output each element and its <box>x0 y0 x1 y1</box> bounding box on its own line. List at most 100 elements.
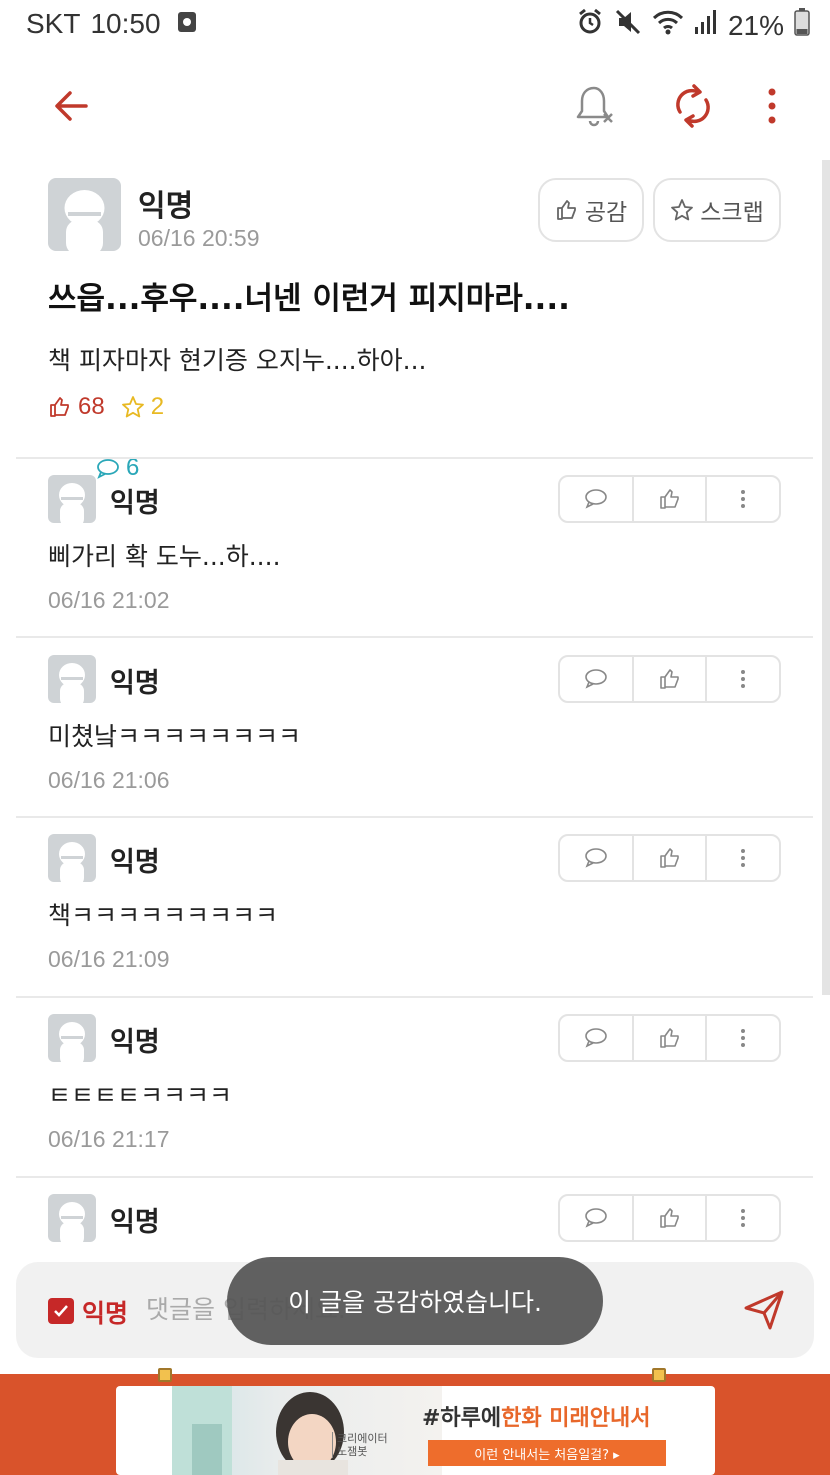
ad-tagline-prefix: #하루에 <box>422 1406 502 1431</box>
comment-author: 익명 <box>110 1027 160 1058</box>
thumbs-up-icon <box>659 848 679 868</box>
divider <box>16 996 813 998</box>
status-bar: SKT 10:50 21% <box>0 0 830 52</box>
reply-button[interactable] <box>560 477 634 521</box>
comment-time: 06/16 21:02 <box>48 587 170 613</box>
comment-more-button[interactable] <box>707 477 779 521</box>
reply-button[interactable] <box>560 1016 634 1060</box>
speech-bubble-icon <box>585 669 607 689</box>
ad-cta-button[interactable]: 이런 안내서는 처음일걸? ▸ <box>428 1440 666 1466</box>
comment-item: 익명 책ㅋㅋㅋㅋㅋㅋㅋㅋㅋ 06/16 21:09 <box>48 834 783 984</box>
reply-button[interactable] <box>560 657 634 701</box>
scrollbar[interactable] <box>822 160 830 995</box>
comment-actions <box>558 834 781 882</box>
anonymous-label[interactable]: 익명 <box>82 1294 128 1330</box>
default-avatar-icon <box>59 1202 85 1242</box>
more-vertical-icon <box>741 1029 746 1047</box>
more-vertical-icon <box>741 670 746 688</box>
ad-creator-text: 크리에이터 노잼봇 <box>337 1432 388 1458</box>
ad-person-image <box>172 1386 348 1475</box>
ad-image <box>172 1386 442 1475</box>
send-button[interactable] <box>742 1288 786 1332</box>
comment-text: 책ㅋㅋㅋㅋㅋㅋㅋㅋㅋ <box>48 901 279 930</box>
reply-button[interactable] <box>560 836 634 880</box>
divider <box>16 816 813 818</box>
ad-tagline-suffix: 미래안내서 <box>541 1406 651 1431</box>
check-icon <box>54 1305 68 1317</box>
comment-time: 06/16 21:17 <box>48 1126 170 1152</box>
post-stats: 68 6 2 <box>48 393 164 481</box>
star-icon <box>671 199 694 221</box>
default-avatar-icon <box>59 663 85 703</box>
more-vertical-icon <box>741 849 746 867</box>
more-options-button[interactable] <box>752 80 792 132</box>
back-button[interactable] <box>48 82 96 130</box>
comment-author: 익명 <box>110 668 160 699</box>
comment-more-button[interactable] <box>707 657 779 701</box>
comment-more-button[interactable] <box>707 1196 779 1240</box>
thumbs-up-icon <box>659 1028 679 1048</box>
comment-item: 익명 미쳤낰ㅋㅋㅋㅋㅋㅋㅋㅋ 06/16 21:06 <box>48 655 783 805</box>
pin-icon <box>652 1368 666 1382</box>
thumbs-up-icon <box>659 489 679 509</box>
avatar <box>48 834 96 882</box>
thumbs-up-icon <box>50 397 69 417</box>
speech-bubble-icon <box>585 489 607 509</box>
post-author: 익명 <box>138 189 194 224</box>
more-vertical-icon <box>741 1209 746 1227</box>
comment-like-button[interactable] <box>634 836 708 880</box>
comment-time: 06/16 21:06 <box>48 767 170 793</box>
comment-author: 익명 <box>110 1207 160 1238</box>
speech-bubble-icon <box>585 848 607 868</box>
thumbs-up-icon <box>659 1208 679 1228</box>
comment-like-button[interactable] <box>634 477 708 521</box>
back-arrow-icon <box>55 91 88 121</box>
comment-text: 삐가리 확 도누...하.... <box>48 542 281 571</box>
wifi-icon <box>652 8 684 43</box>
avatar <box>48 1194 96 1242</box>
post-body: 책 피자마자 현기증 오지누....하아... <box>48 346 427 375</box>
avatar <box>48 475 96 523</box>
anonymous-checkbox[interactable] <box>48 1298 74 1324</box>
mute-icon <box>614 8 642 43</box>
more-vertical-icon <box>741 490 746 508</box>
post-time: 06/16 20:59 <box>138 225 260 251</box>
alarm-icon <box>576 8 604 43</box>
comment-actions <box>558 475 781 523</box>
thumbs-up-icon <box>659 669 679 689</box>
comment-text: ㅌㅌㅌㅌㅋㅋㅋㅋ <box>48 1081 233 1110</box>
comment-like-button[interactable] <box>634 1196 708 1240</box>
comment-more-button[interactable] <box>707 836 779 880</box>
comment-like-button[interactable] <box>634 1016 708 1060</box>
notification-off-button[interactable] <box>570 80 620 132</box>
ad-tagline: #하루에한화 미래안내서 <box>422 1400 651 1432</box>
reply-button[interactable] <box>560 1196 634 1240</box>
avatar <box>48 1014 96 1062</box>
comment-author: 익명 <box>110 847 160 878</box>
like-button-label: 공감 <box>584 200 628 226</box>
bell-off-icon <box>576 86 613 127</box>
thumbs-up-icon <box>556 200 576 220</box>
pin-icon <box>158 1368 172 1382</box>
divider <box>16 1176 813 1178</box>
like-button[interactable]: 공감 <box>538 178 644 242</box>
refresh-button[interactable] <box>668 80 718 132</box>
comment-text: 미쳤낰ㅋㅋㅋㅋㅋㅋㅋㅋ <box>48 722 302 751</box>
battery-percent: 21% <box>727 9 784 41</box>
scrap-button[interactable]: 스크랩 <box>653 178 781 242</box>
comment-like-button[interactable] <box>634 657 708 701</box>
default-avatar-icon <box>59 483 85 523</box>
carrier-label: SKT <box>26 8 81 39</box>
divider <box>16 457 813 459</box>
divider <box>16 636 813 638</box>
ad-brand: 한화 <box>501 1406 542 1431</box>
signal-icon <box>694 9 718 42</box>
comment-actions <box>558 655 781 703</box>
ad-card[interactable]: 크리에이터 노잼봇 #하루에한화 미래안내서 이런 안내서는 처음일걸? ▸ <box>116 1386 715 1475</box>
post-title: 쓰읍...후우....너넨 이런거 피지마라.... <box>48 281 570 317</box>
comment-more-button[interactable] <box>707 1016 779 1060</box>
ad-banner[interactable]: 크리에이터 노잼봇 #하루에한화 미래안내서 이런 안내서는 처음일걸? ▸ <box>0 1368 830 1475</box>
speech-bubble-icon <box>585 1208 607 1228</box>
comment-time: 06/16 21:09 <box>48 946 170 972</box>
comment-actions <box>558 1014 781 1062</box>
